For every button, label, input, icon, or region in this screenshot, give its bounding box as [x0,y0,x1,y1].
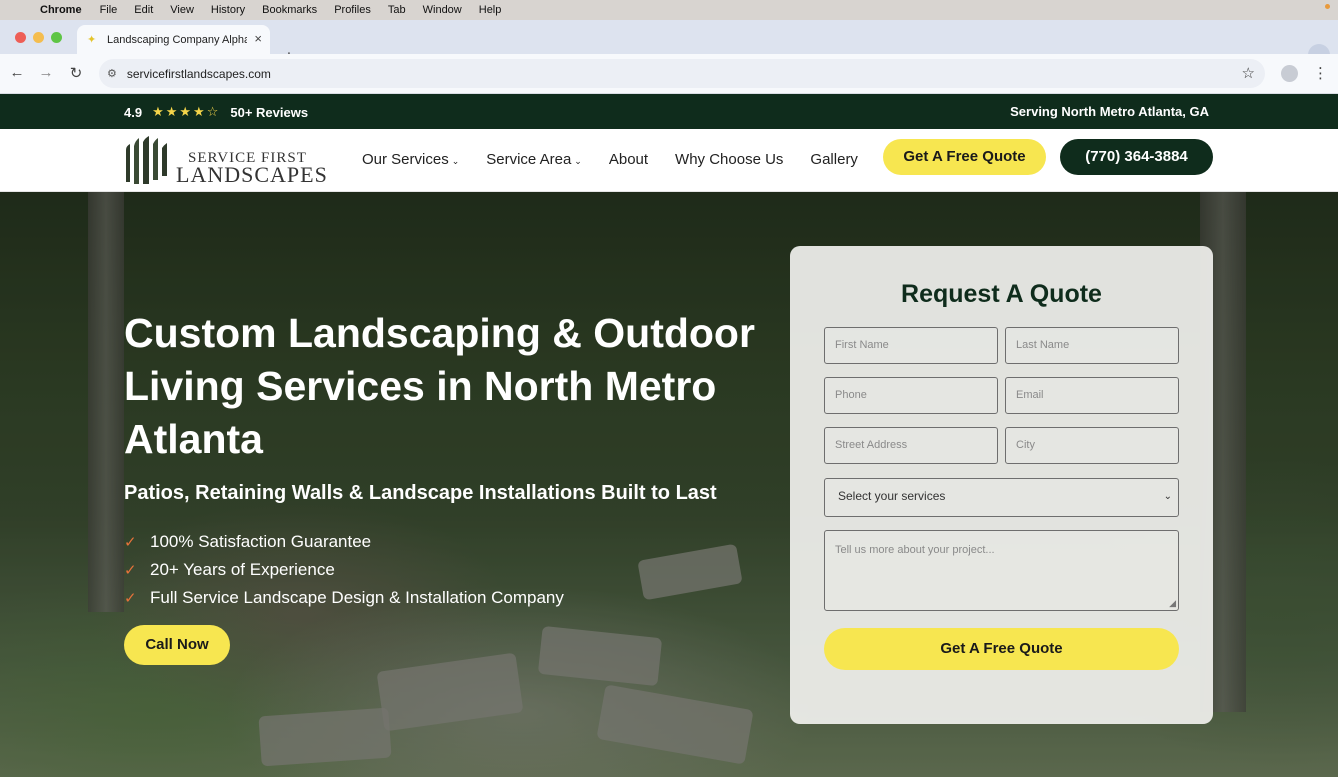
window-minimize-icon[interactable] [33,32,44,43]
chrome-menu-icon[interactable]: ⋮ [1313,64,1328,82]
window-zoom-icon[interactable] [51,32,62,43]
benefit-item: ✓ 20+ Years of Experience [124,560,335,579]
nav-about[interactable]: About [609,151,648,168]
header-free-quote-button[interactable]: Get A Free Quote [883,139,1046,175]
project-details-placeholder: Tell us more about your project... [835,544,995,556]
menu-file[interactable]: File [100,4,118,16]
quote-form: Request A Quote First Name Last Name Pho… [790,246,1213,724]
email-field[interactable]: Email [1005,377,1179,414]
site-favicon-icon: ✦ [87,33,97,46]
phone-field[interactable]: Phone [824,377,998,414]
city-field[interactable]: City [1005,427,1179,464]
nav-why-choose-us[interactable]: Why Choose Us [675,151,783,168]
browser-tab-active[interactable]: ✦ Landscaping Company Alpha × [77,25,270,54]
checkmark-icon: ✓ [124,590,137,607]
bookmark-star-icon[interactable]: ☆ [1242,64,1255,82]
menu-app-name[interactable]: Chrome [40,4,82,16]
nav-gallery[interactable]: Gallery [810,151,858,168]
resize-handle-icon[interactable]: ◢ [1169,598,1176,609]
street-address-field[interactable]: Street Address [824,427,998,464]
first-name-field[interactable]: First Name [824,327,998,364]
services-select[interactable]: Select your services ⌄ [824,478,1179,517]
logo-text-bottom: LANDSCAPES [176,162,328,187]
form-free-quote-button[interactable]: Get A Free Quote [824,628,1179,670]
hero-title: Custom Landscaping & Outdoor Living Serv… [124,310,755,462]
benefit-list: ✓ 100% Satisfaction Guarantee ✓ 20+ Year… [124,528,564,612]
chevron-down-icon: ⌄ [1163,491,1172,502]
macos-menu-bar: Chrome File Edit View History Bookmarks … [0,0,1338,20]
forward-arrow-icon[interactable]: → [36,64,56,81]
project-details-textarea[interactable]: Tell us more about your project... ◢ [824,530,1179,611]
tab-close-icon[interactable]: × [254,31,262,46]
menu-tab[interactable]: Tab [388,4,406,16]
tab-title: Landscaping Company Alpha [107,33,247,46]
site-settings-icon[interactable]: ⚙ [107,67,117,80]
logo-grass-icon [126,136,167,184]
checkmark-icon: ✓ [124,534,137,551]
reload-icon[interactable]: ↻ [66,64,86,82]
rating-summary: 4.9 ★★★★☆ 50+ Reviews [124,104,308,120]
benefit-item: ✓ 100% Satisfaction Guarantee [124,532,372,551]
call-now-button[interactable]: Call Now [124,625,230,665]
menu-profiles[interactable]: Profiles [334,4,371,16]
quote-form-title: Request A Quote [901,280,1102,308]
chevron-down-icon: ⌄ [574,156,582,166]
nav-service-area[interactable]: Service Area ⌄ [486,151,582,168]
recording-indicator-icon [1325,4,1330,9]
browser-toolbar: ← → ↻ ⚙ servicefirstlandscapes.com ☆ ⋮ [0,54,1338,94]
menu-help[interactable]: Help [479,4,502,16]
checkmark-icon: ✓ [124,562,137,579]
rating-value: 4.9 [124,104,143,120]
address-bar[interactable]: ⚙ servicefirstlandscapes.com ☆ [99,59,1265,88]
menu-history[interactable]: History [211,4,245,16]
header-phone-button[interactable]: (770) 364-3884 [1060,139,1213,175]
window-close-icon[interactable] [15,32,26,43]
nav-our-services[interactable]: Our Services ⌄ [362,151,459,168]
menu-window[interactable]: Window [423,4,462,16]
benefit-item: ✓ Full Service Landscape Design & Instal… [124,588,564,607]
site-topbar: 4.9 ★★★★☆ 50+ Reviews Serving North Metr… [0,94,1338,129]
back-arrow-icon[interactable]: ← [7,64,27,81]
main-nav: Our Services ⌄ Service Area ⌄ About Why Ch… [362,151,885,168]
rating-stars-icon: ★★★★☆ [152,104,221,119]
address-url: servicefirstlandscapes.com [126,66,271,81]
site-logo[interactable]: SERVICE FIRST LANDSCAPES [124,136,327,187]
service-area-text: Serving North Metro Atlanta, GA [1010,104,1209,119]
browser-tab-strip: ✦ Landscaping Company Alpha × + ⌄ [0,20,1338,66]
chevron-down-icon: ⌄ [451,156,460,166]
hero-subtitle: Patios, Retaining Walls & Landscape Inst… [124,482,717,504]
menu-edit[interactable]: Edit [134,4,153,16]
profile-avatar-icon[interactable] [1281,65,1298,82]
last-name-field[interactable]: Last Name [1005,327,1179,364]
menu-bookmarks[interactable]: Bookmarks [262,4,317,16]
hero-section: Custom Landscaping & Outdoor Living Serv… [0,192,1338,777]
review-count[interactable]: 50+ Reviews [230,105,308,120]
services-select-value: Select your services [838,489,946,503]
menu-view[interactable]: View [170,4,194,16]
site-header: SERVICE FIRST LANDSCAPES Our Services ⌄ S… [0,129,1338,192]
